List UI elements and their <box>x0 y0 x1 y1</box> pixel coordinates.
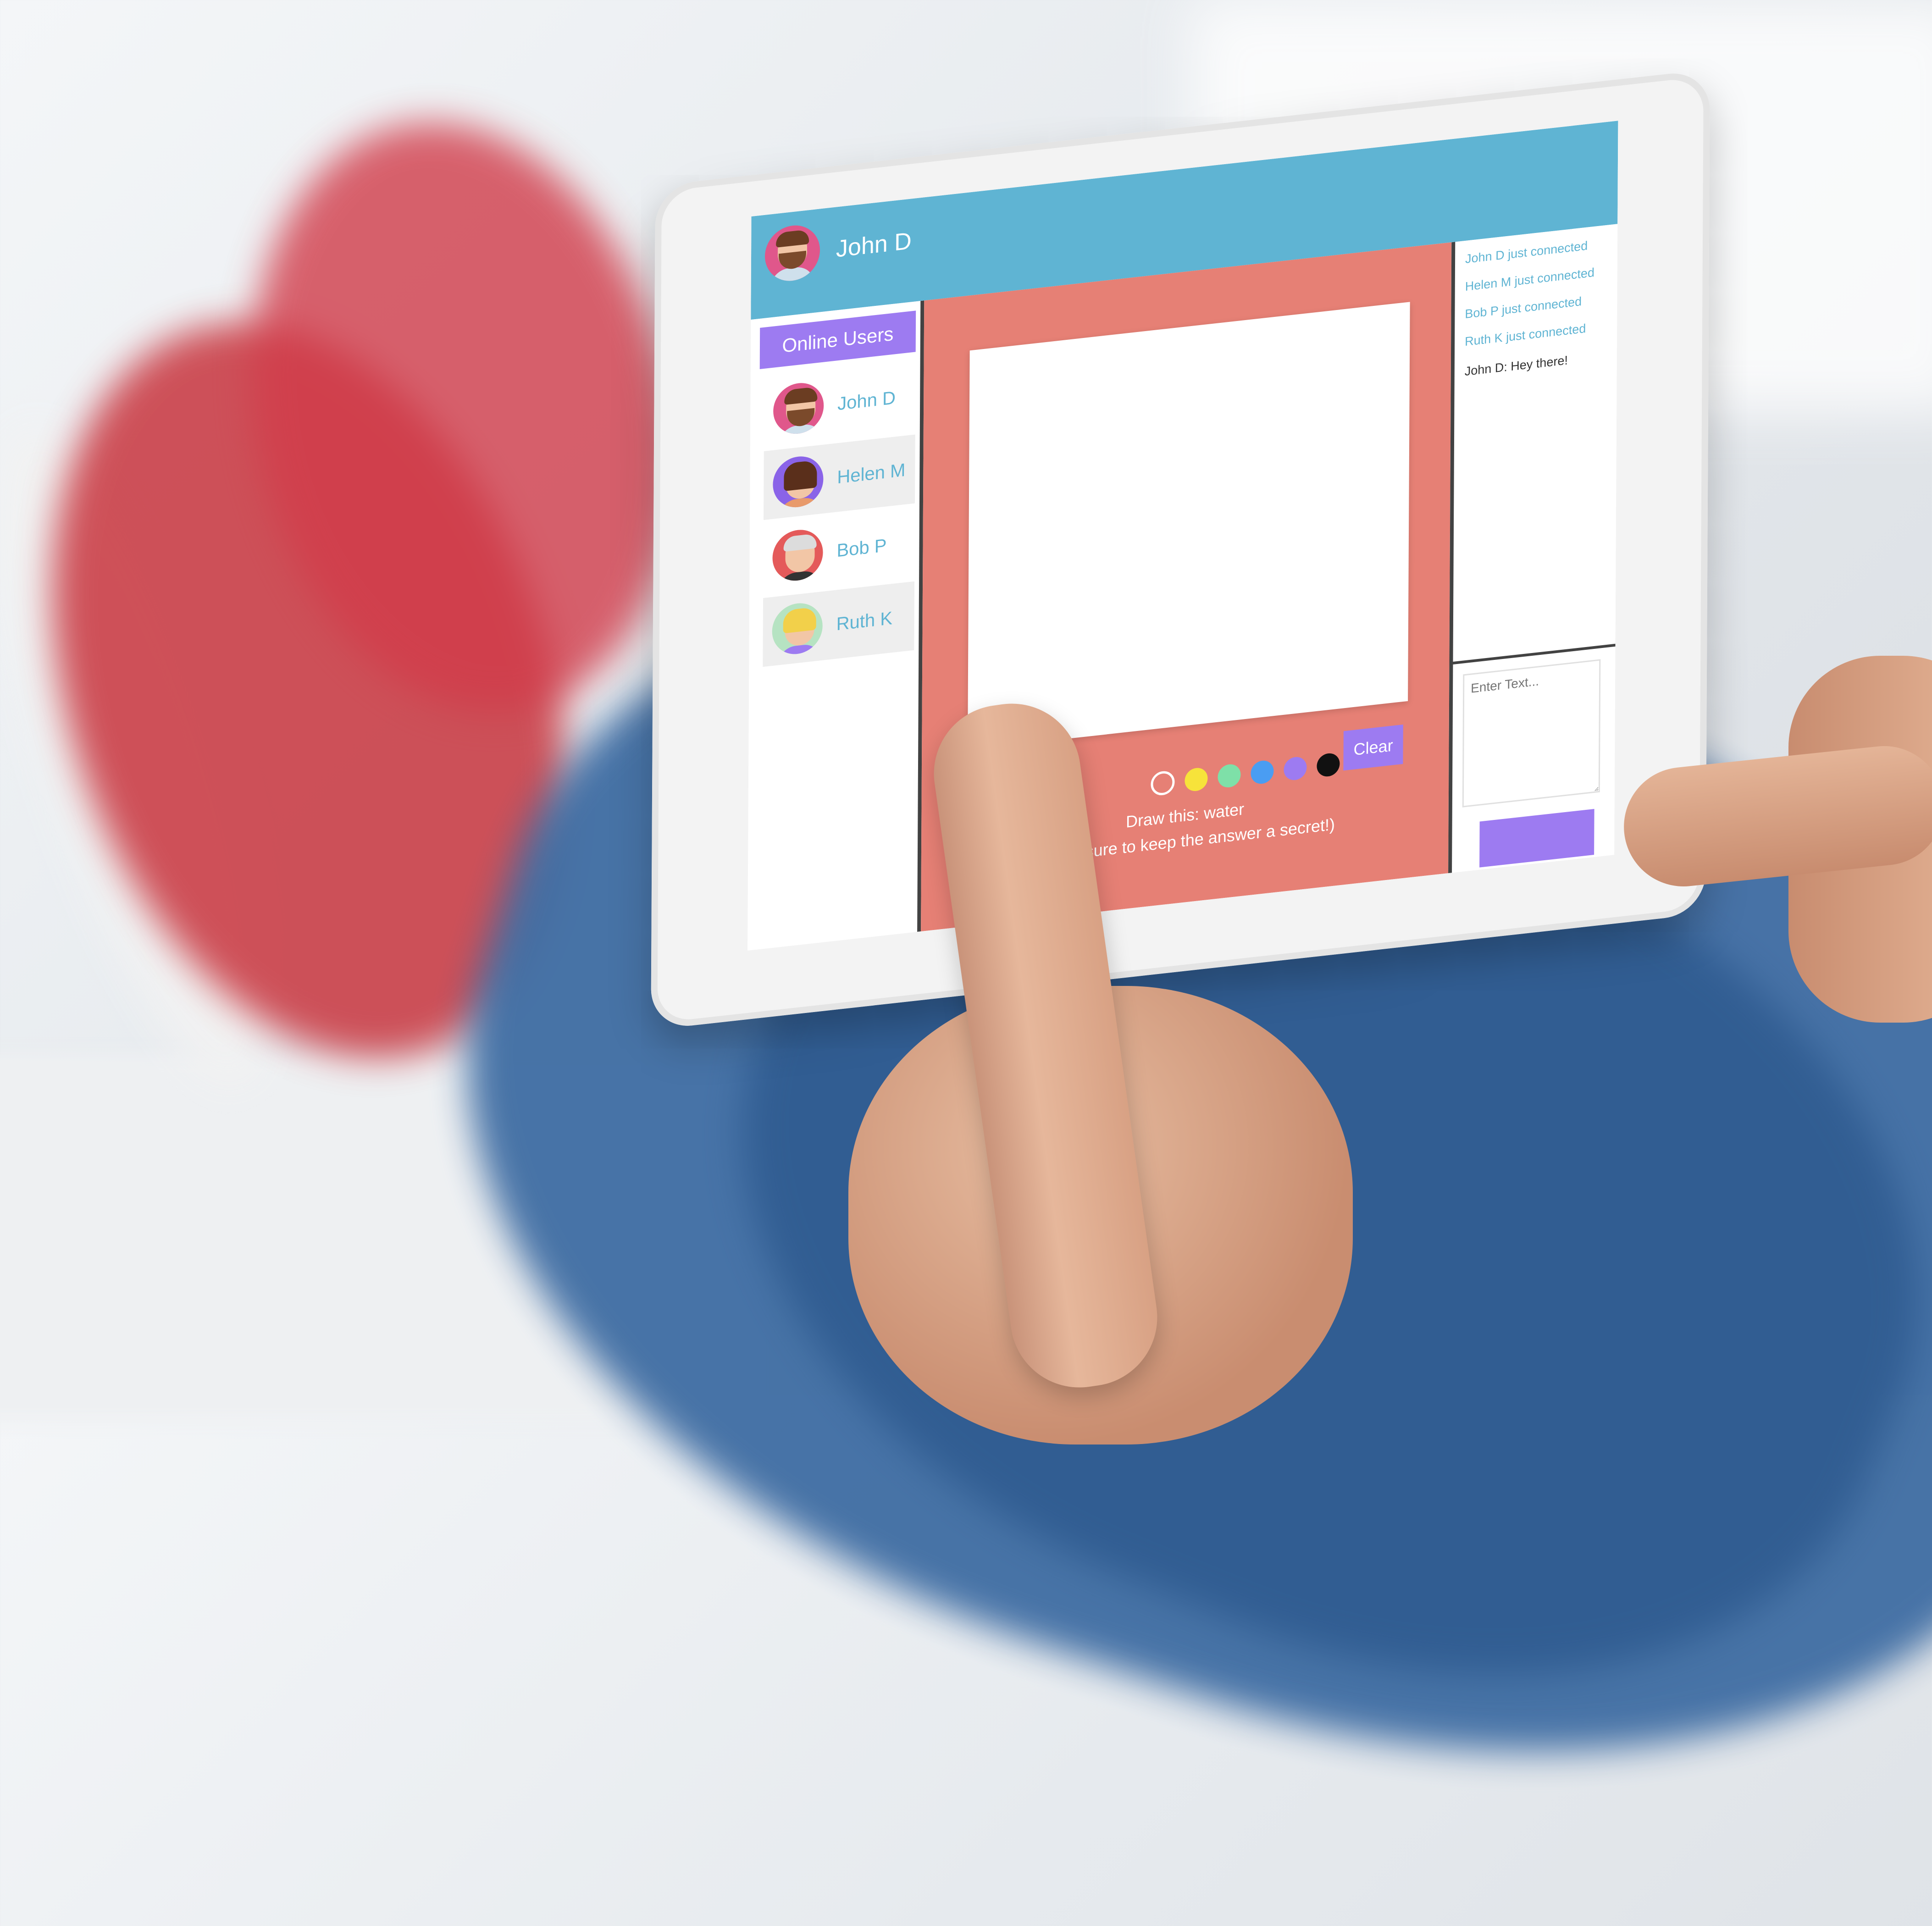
color-swatch-yellow[interactable] <box>1185 767 1208 792</box>
user-name: Bob P <box>836 535 887 561</box>
online-users-title: Online Users <box>759 310 916 369</box>
color-swatch-blue[interactable] <box>1251 759 1274 785</box>
chat-message: Bob P just connected <box>1465 294 1582 321</box>
color-swatch-purple[interactable] <box>1284 756 1307 781</box>
user-item-john[interactable]: John D <box>764 361 916 447</box>
avatar <box>772 600 823 657</box>
chat-message: Ruth K just connected <box>1465 321 1586 349</box>
avatar <box>772 527 823 583</box>
chat-message: John D: Hey there! <box>1464 353 1568 379</box>
user-name: John D <box>837 387 896 414</box>
chat-message: John D just connected <box>1465 238 1588 266</box>
avatar <box>773 454 824 510</box>
user-item-bob[interactable]: Bob P <box>763 508 915 594</box>
app-screen: John D Online Users John D Helen M Bob P… <box>747 121 1618 951</box>
user-item-ruth[interactable]: Ruth K <box>763 581 915 667</box>
chat-input[interactable] <box>1462 659 1601 808</box>
clear-button[interactable]: Clear <box>1343 724 1403 771</box>
chat-message: Helen M just connected <box>1465 265 1594 294</box>
tablet-device: John D Online Users John D Helen M Bob P… <box>651 0 1711 1030</box>
user-name: Helen M <box>837 459 906 487</box>
current-user-avatar[interactable] <box>764 222 820 284</box>
color-palette <box>1151 750 1340 798</box>
online-users-sidebar: Online Users John D Helen M Bob P Ruth K <box>747 300 924 951</box>
user-item-helen[interactable]: Helen M <box>763 434 915 520</box>
avatar <box>773 380 824 437</box>
color-swatch-black[interactable] <box>1317 752 1340 778</box>
color-swatch-red[interactable] <box>1151 770 1175 797</box>
color-swatch-green[interactable] <box>1218 763 1241 789</box>
send-button[interactable] <box>1479 808 1594 868</box>
current-user-name: John D <box>836 227 912 263</box>
chat-panel: John D just connected Helen M just conne… <box>1448 223 1618 874</box>
user-name: Ruth K <box>836 608 893 635</box>
drawing-canvas[interactable] <box>968 302 1410 750</box>
